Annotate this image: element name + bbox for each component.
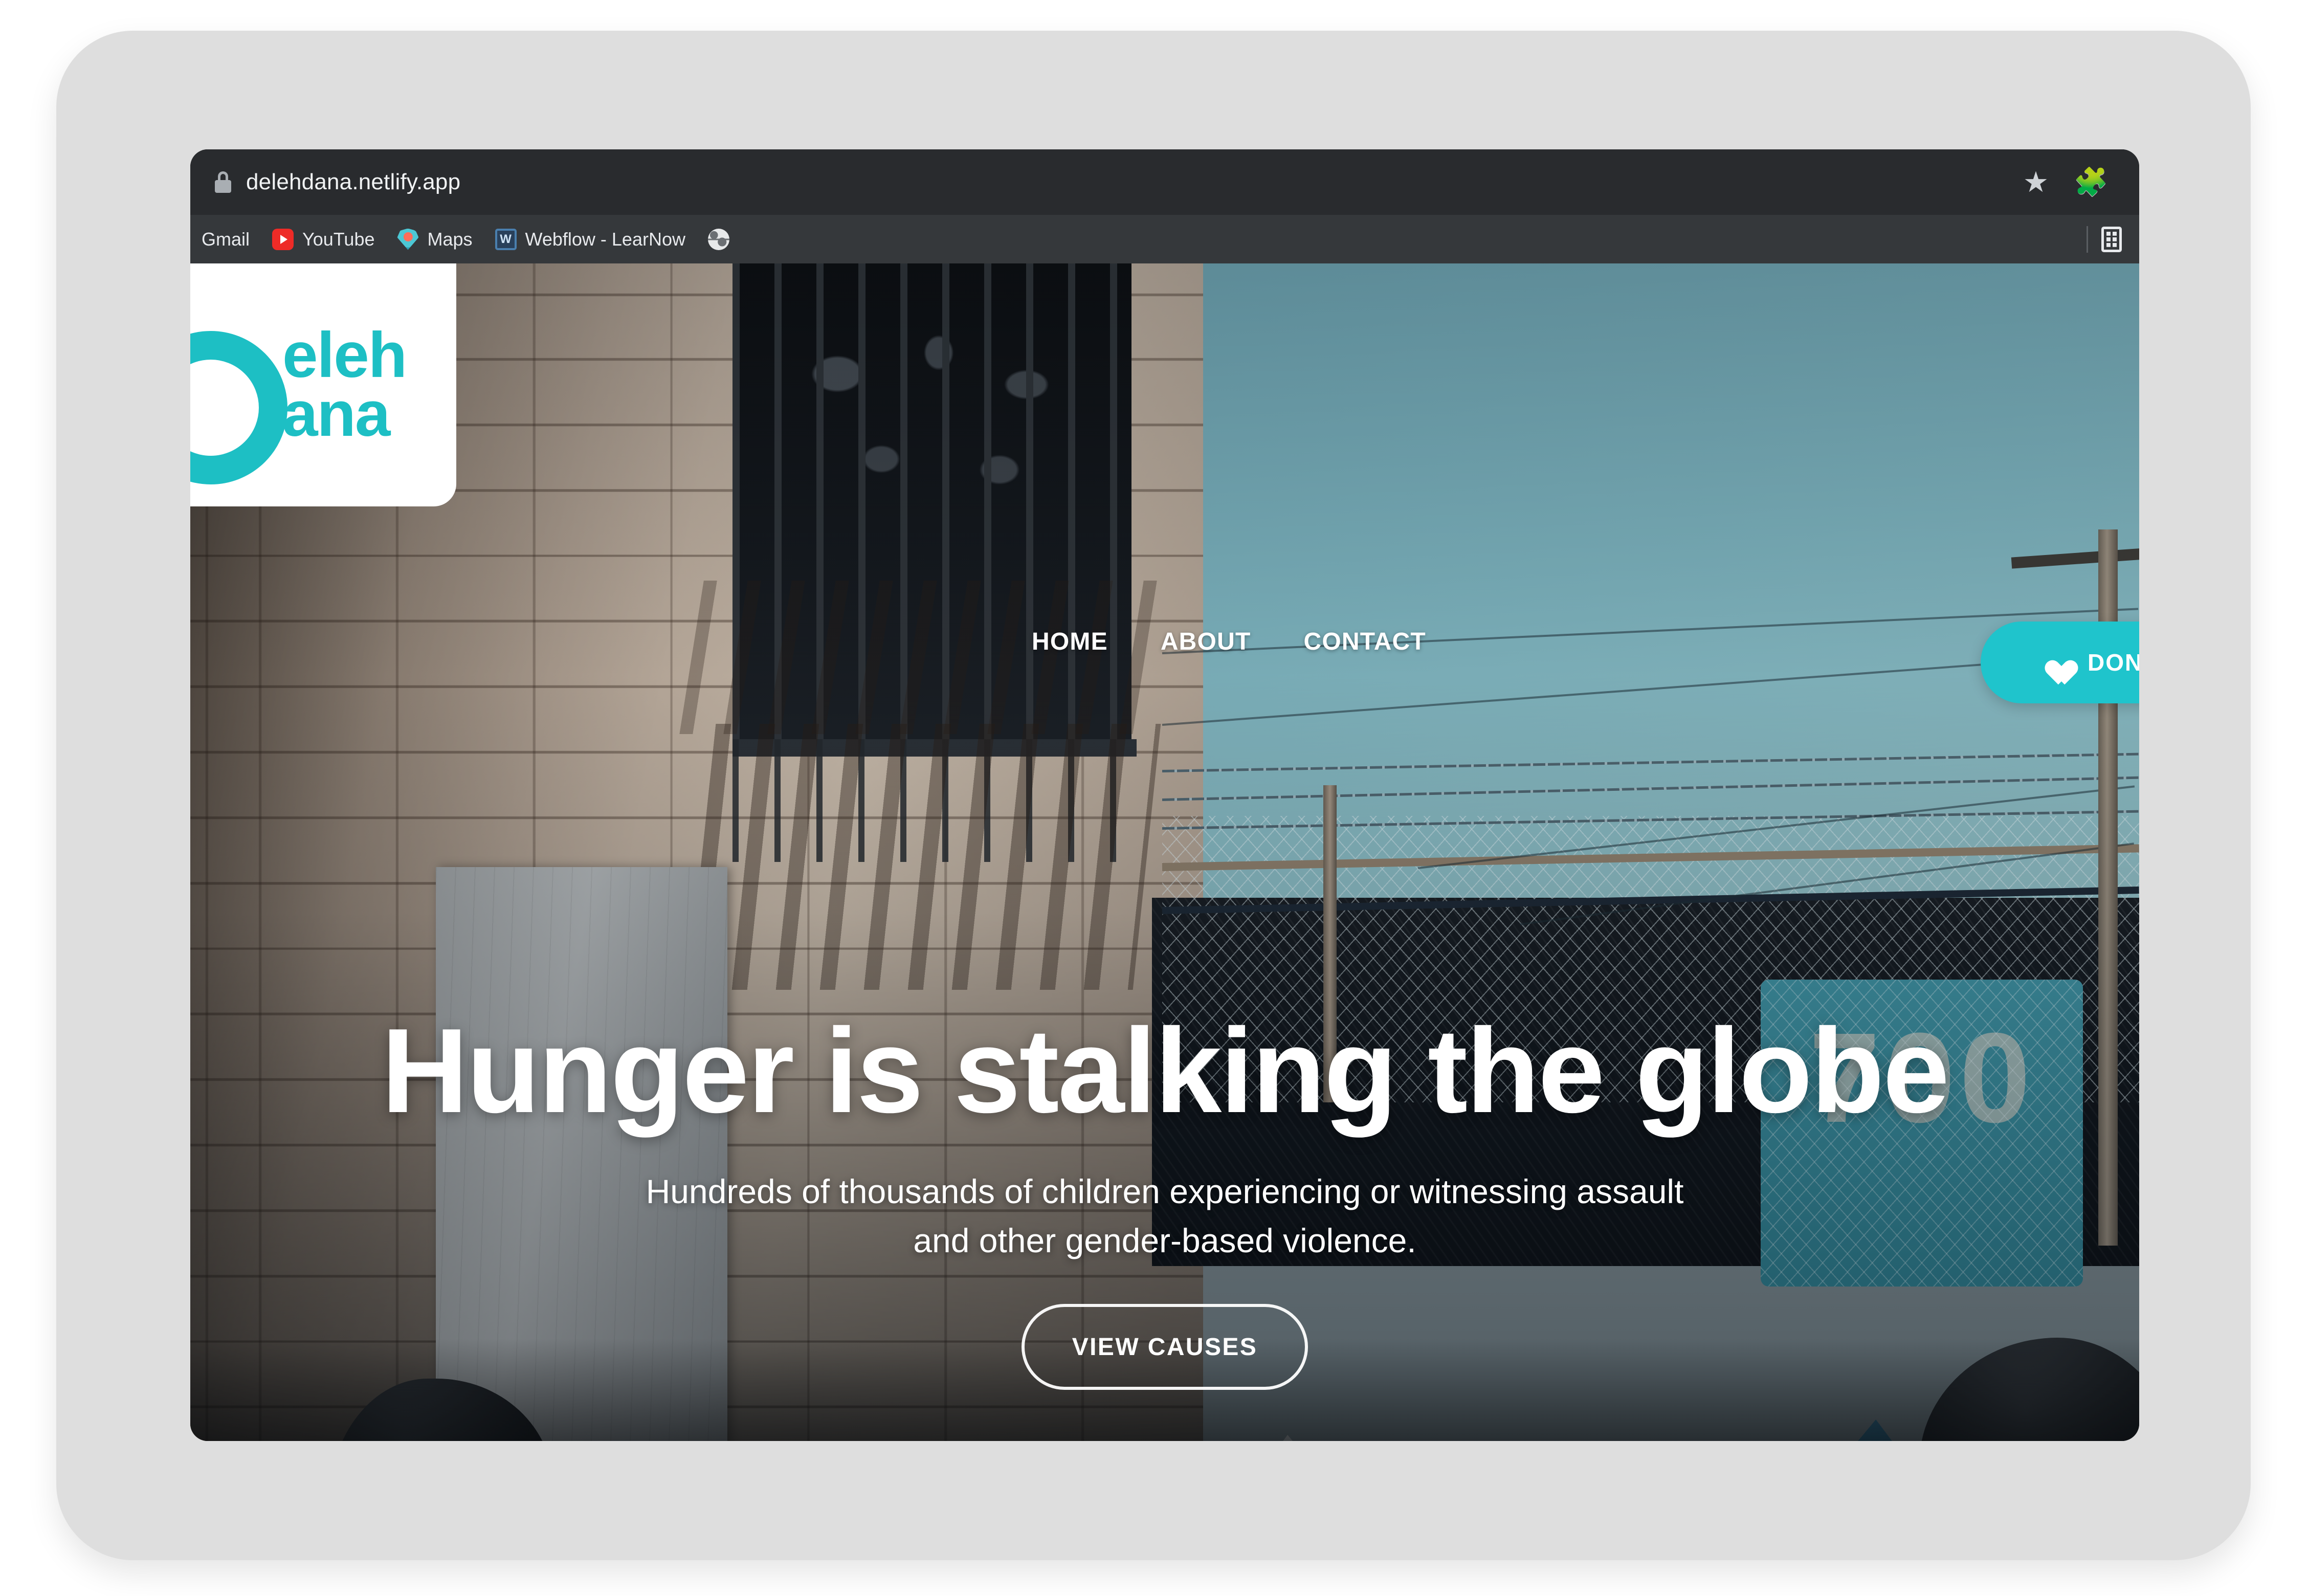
bookmark-webflow[interactable]: W Webflow - LearNow [484, 223, 697, 256]
bookmark-gmail[interactable]: Gmail [190, 223, 261, 256]
bookmark-label: Webflow - LearNow [525, 228, 685, 250]
reading-list-icon[interactable] [2101, 226, 2122, 252]
primary-navigation: HOME ABOUT CONTACT [1032, 628, 1426, 656]
logo-line-2: ana [282, 379, 390, 450]
browser-chrome: delehdana.netlify.app ★ 🧩 Gmail YouTube [190, 149, 2139, 263]
hero-title: Hunger is stalking the globe [381, 1003, 1950, 1138]
bookmark-label: Gmail [202, 228, 250, 250]
omnibox-actions: ★ 🧩 [2008, 154, 2139, 210]
browser-window: delehdana.netlify.app ★ 🧩 Gmail YouTube [190, 149, 2139, 1441]
bookmarks-bar: Gmail YouTube Maps W Webflow - LearNow [190, 215, 2139, 263]
globe-icon [707, 228, 729, 250]
bookmarks-divider [2087, 226, 2088, 253]
logo-line-1: eleh [282, 320, 407, 391]
webflow-icon: W [495, 228, 517, 250]
maps-icon [397, 228, 419, 250]
nav-item-contact[interactable]: CONTACT [1303, 628, 1426, 656]
bookmark-label: YouTube [302, 228, 375, 250]
nav-item-home[interactable]: HOME [1032, 628, 1108, 656]
site-logo[interactable]: eleh ana [190, 263, 456, 506]
donate-now-button[interactable]: DONATE NOW [1981, 622, 2139, 703]
lock-icon [213, 171, 233, 193]
logo-d-mark [190, 331, 287, 484]
hero-subtitle: Hundreds of thousands of children experi… [190, 1167, 2139, 1266]
view-causes-label: VIEW CAUSES [1072, 1333, 1258, 1361]
heart-icon [2040, 649, 2069, 676]
bookmark-label: Maps [427, 228, 473, 250]
view-causes-button[interactable]: VIEW CAUSES [1022, 1304, 1308, 1390]
youtube-icon [272, 228, 294, 250]
url-text[interactable]: delehdana.netlify.app [246, 169, 460, 195]
hero-content: Hunger is stalking the globe Hundreds of… [190, 1003, 2139, 1390]
bookmark-maps[interactable]: Maps [386, 223, 483, 256]
nav-item-about[interactable]: ABOUT [1161, 628, 1251, 656]
bookmark-globe[interactable] [697, 223, 741, 256]
omnibox-row[interactable]: delehdana.netlify.app ★ 🧩 [190, 149, 2139, 215]
bookmark-youtube[interactable]: YouTube [261, 223, 386, 256]
page-viewport: 700 eleh ana HOME ABOUT CONTACT [190, 263, 2139, 1441]
donate-button-label: DONATE NOW [2087, 649, 2139, 676]
logo-wordmark: eleh ana [282, 320, 407, 450]
bookmark-star-button[interactable]: ★ [2008, 154, 2063, 210]
hero-subtitle-line-2: and other gender-based violence. [913, 1222, 1416, 1260]
extensions-button[interactable]: 🧩 [2063, 154, 2119, 210]
star-icon: ★ [2023, 166, 2049, 198]
puzzle-icon: 🧩 [2074, 167, 2109, 197]
hero-subtitle-line-1: Hundreds of thousands of children experi… [646, 1172, 1684, 1210]
